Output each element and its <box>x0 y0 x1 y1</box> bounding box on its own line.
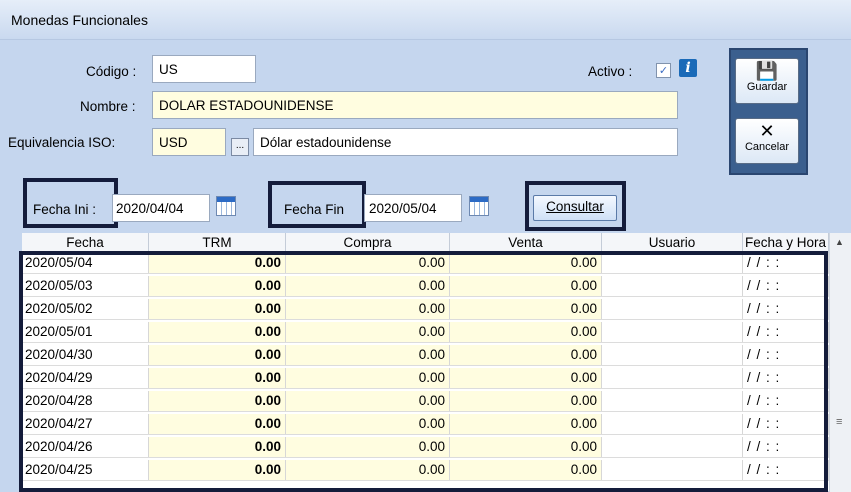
save-icon: 💾 <box>755 61 779 81</box>
codigo-field[interactable]: US <box>152 55 256 83</box>
guardar-label: Guardar <box>746 81 788 93</box>
iso-code-field[interactable]: USD <box>152 128 226 156</box>
info-icon[interactable]: i <box>679 59 697 77</box>
fecha-fin-field[interactable]: 2020/05/04 <box>364 194 462 222</box>
cancelar-label: Cancelar <box>744 141 790 153</box>
activo-label: Activo : <box>588 64 633 79</box>
column-usuario[interactable]: Usuario <box>602 233 743 253</box>
guardar-button[interactable]: 💾 Guardar <box>735 58 799 104</box>
iso-description-field: Dólar estadounidense <box>253 128 678 156</box>
fecha-fin-calendar-icon[interactable] <box>469 196 489 216</box>
grid-highlight <box>19 251 828 492</box>
grid-header: Fecha TRM Compra Venta Usuario Fecha y H… <box>22 233 829 253</box>
scroll-up-icon[interactable]: ▲ <box>835 237 844 247</box>
codigo-label: Código : <box>86 64 137 79</box>
cancel-icon: ✕ <box>759 121 775 141</box>
iso-label: Equivalencia ISO: <box>8 135 116 150</box>
iso-lookup-button[interactable]: ... <box>231 138 249 156</box>
fecha-ini-label: Fecha Ini : <box>33 202 97 217</box>
cancelar-button[interactable]: ✕ Cancelar <box>735 118 799 164</box>
consultar-label: Consultar <box>546 199 604 214</box>
column-venta[interactable]: Venta <box>450 233 602 253</box>
window-title-bar: Monedas Funcionales <box>0 0 851 40</box>
fecha-fin-label: Fecha Fin <box>284 202 345 217</box>
scroll-grip-icon: ≡ <box>836 416 843 428</box>
column-trm[interactable]: TRM <box>149 233 286 253</box>
activo-checkbox[interactable]: ✓ <box>656 63 671 78</box>
column-fecha-hora[interactable]: Fecha y Hora <box>743 233 829 253</box>
fecha-ini-field[interactable]: 2020/04/04 <box>112 194 210 222</box>
grid-scrollbar[interactable]: ▲ ≡ <box>829 233 851 492</box>
nombre-field[interactable]: DOLAR ESTADOUNIDENSE <box>152 91 678 119</box>
consultar-button[interactable]: Consultar <box>533 195 617 221</box>
window-title: Monedas Funcionales <box>11 12 148 28</box>
column-fecha[interactable]: Fecha <box>22 233 149 253</box>
fecha-ini-calendar-icon[interactable] <box>216 196 236 216</box>
column-compra[interactable]: Compra <box>286 233 450 253</box>
nombre-label: Nombre : <box>80 99 136 114</box>
